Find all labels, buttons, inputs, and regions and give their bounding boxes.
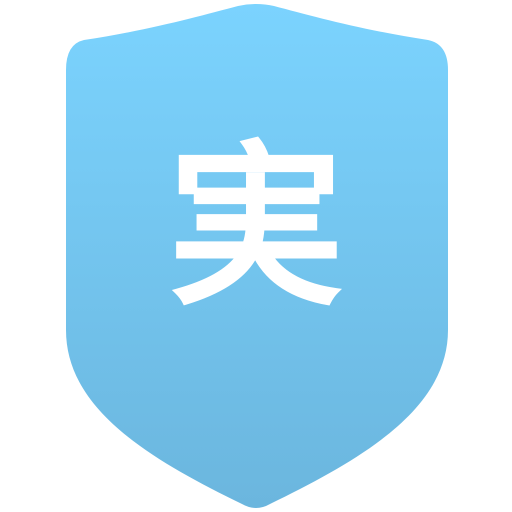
verified-shield-badge: 実	[0, 0, 512, 512]
badge-character: 実	[167, 125, 344, 330]
